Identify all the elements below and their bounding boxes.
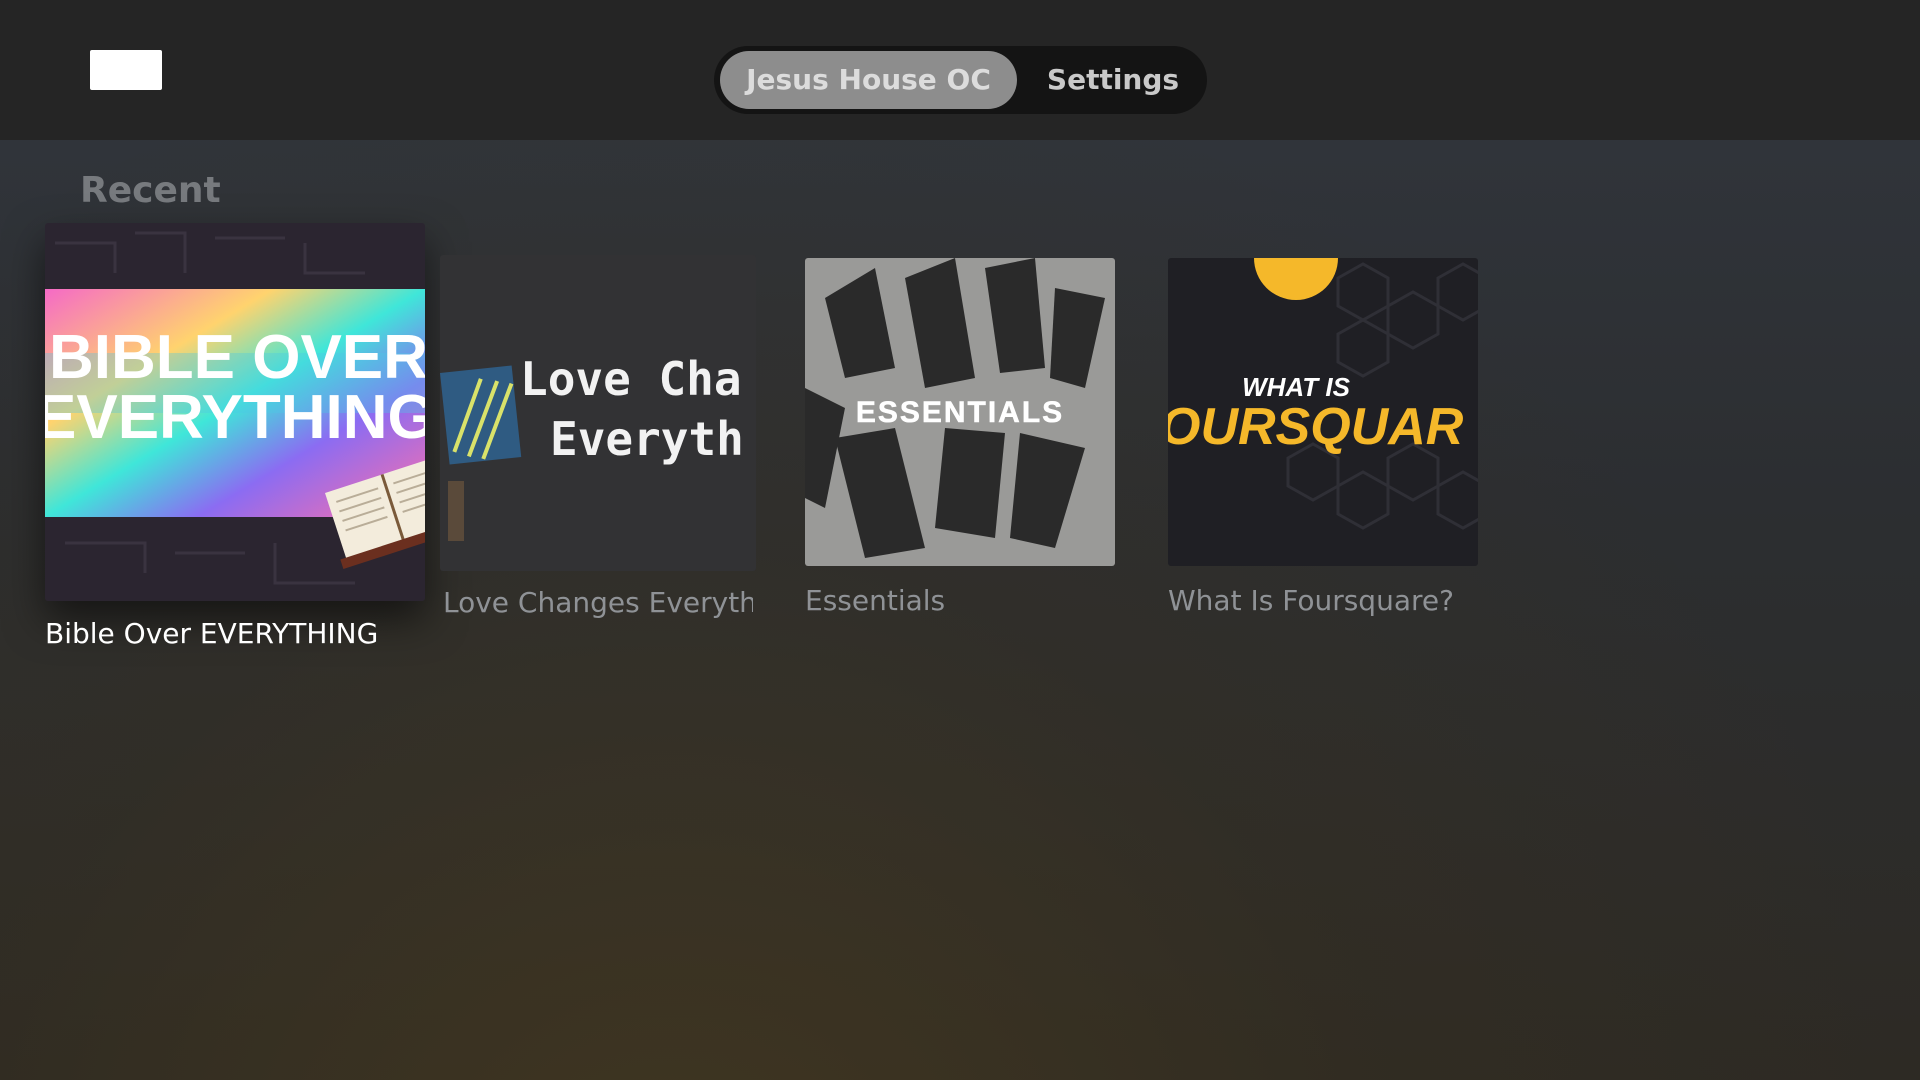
app-logo [90,50,162,90]
art-text-line-2: EVERYTHING [45,383,425,452]
media-title: Love Changes Everyth [443,586,753,619]
thumbnail-what-is-foursquare: WHAT IS OURSQUAR [1168,258,1478,566]
art-text-line-1: BIBLE OVER [49,323,425,392]
tab-bar: Jesus House OC Settings [714,46,1207,114]
media-title: What Is Foursquare? [1168,584,1454,617]
art-text-line-1: ESSENTIALS [856,396,1064,429]
top-bar: Jesus House OC Settings [0,0,1920,140]
media-title: Bible Over EVERYTHING [45,617,379,650]
media-card-essentials[interactable]: ESSENTIALS Essentials [805,258,1115,628]
media-card-what-is-foursquare[interactable]: WHAT IS OURSQUAR What Is Foursquare? [1168,258,1478,628]
media-card-love-changes-everything[interactable]: Love Cha Everyth Love Changes Everyth [440,255,756,625]
art-text-line-2: OURSQUAR [1168,398,1464,456]
media-title: Essentials [805,584,946,617]
art-text-line-1: Love Cha [520,352,742,406]
section-title-recent: Recent [80,170,221,211]
thumbnail-bible-over-everything: BIBLE OVER EVERYTHING [45,223,425,601]
thumbnail-love-changes-everything: Love Cha Everyth [440,255,756,571]
tab-settings[interactable]: Settings [1024,51,1202,109]
art-text-line-2: Everyth [550,412,744,466]
thumbnail-essentials: ESSENTIALS [805,258,1115,566]
tab-jesus-house-oc[interactable]: Jesus House OC [720,51,1017,109]
media-card-bible-over-everything[interactable]: BIBLE OVER EVERYTHING Bible Over EVERYTH… [45,223,425,663]
